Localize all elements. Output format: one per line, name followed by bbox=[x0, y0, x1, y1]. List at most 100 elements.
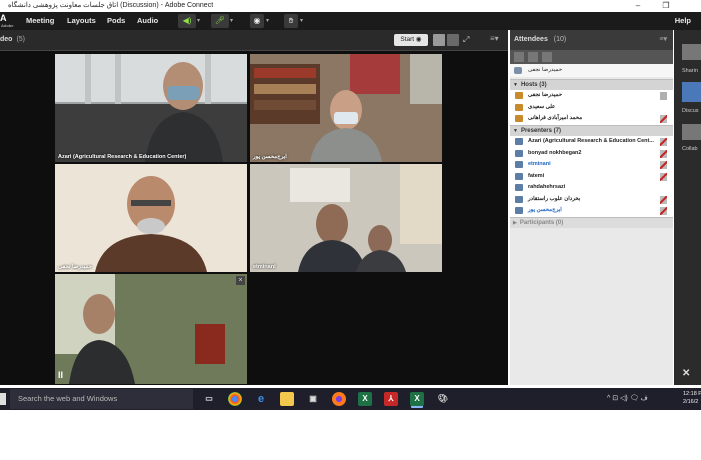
list-item[interactable]: bonyad nokhbegan2 bbox=[510, 147, 673, 159]
layout-label: Collab bbox=[682, 146, 698, 152]
raise-hand-icon[interactable]: ✋︎ bbox=[284, 14, 298, 28]
grid-view-icon[interactable] bbox=[528, 52, 538, 62]
video-tile[interactable]: ایرج‌محسن پور bbox=[250, 54, 442, 162]
system-tray[interactable]: ^ ⊡ ◁) 🗨 ف bbox=[607, 388, 648, 410]
attendees-pod: Attendees (10) ≡▾ حمیدرضا نجفی ▼ Hosts (3… bbox=[510, 30, 673, 385]
layout-thumbnail[interactable] bbox=[682, 44, 701, 60]
participant-video bbox=[55, 274, 247, 384]
attendees-toolbar bbox=[510, 50, 673, 64]
presenter-icon bbox=[515, 184, 523, 191]
video-tile[interactable]: Azari (Agricultural Research & Education… bbox=[55, 54, 247, 162]
menu-audio[interactable]: Audio bbox=[137, 12, 158, 30]
microphone-muted-icon bbox=[660, 149, 667, 158]
fullscreen-icon[interactable]: ⤢ bbox=[463, 34, 475, 46]
video-tile-label: etminani bbox=[253, 264, 276, 270]
taskbar-search-input[interactable]: Search the web and Windows bbox=[10, 389, 193, 409]
presenter-icon bbox=[515, 138, 523, 145]
windows-taskbar: Search the web and Windows ▭ e ▣ X ⅄ X 🎨… bbox=[0, 388, 701, 410]
edge-icon[interactable]: e bbox=[254, 392, 268, 406]
menu-pods[interactable]: Pods bbox=[107, 12, 125, 30]
layout-label: Discus bbox=[682, 108, 699, 114]
close-icon[interactable]: ✕ bbox=[682, 368, 690, 379]
start-webcam-button[interactable]: Start ◉ bbox=[394, 34, 428, 46]
list-item[interactable]: Azari (Agricultural Research & Education… bbox=[510, 136, 673, 148]
excel-icon[interactable]: X bbox=[358, 392, 372, 406]
maximize-button[interactable]: ❐ bbox=[654, 0, 678, 12]
list-view-icon[interactable] bbox=[514, 52, 524, 62]
presenter-icon bbox=[515, 195, 523, 203]
close-icon[interactable]: × bbox=[236, 276, 245, 285]
video-tile[interactable]: حمیدرضا نجفی bbox=[55, 164, 247, 272]
host-icon bbox=[515, 115, 523, 122]
microphone-icon[interactable]: 🎤︎ bbox=[211, 14, 229, 28]
hosts-section-header[interactable]: ▼ Hosts (3) bbox=[510, 79, 673, 90]
menu-meeting[interactable]: Meeting bbox=[26, 12, 54, 30]
presenters-section-header[interactable]: ▼ Presenters (7) bbox=[510, 125, 673, 136]
menu-layouts[interactable]: Layouts bbox=[67, 12, 96, 30]
presenter-icon bbox=[515, 161, 523, 168]
store-icon[interactable]: ▣ bbox=[306, 392, 320, 406]
excel-active-icon[interactable]: X bbox=[410, 392, 424, 406]
list-item[interactable]: حمیدرضا نجفی bbox=[510, 90, 673, 102]
microphone-muted-icon bbox=[660, 207, 667, 215]
pause-icon[interactable]: II bbox=[58, 370, 63, 380]
list-item[interactable]: etminani bbox=[510, 159, 673, 171]
presenter-icon bbox=[515, 172, 523, 180]
presenter-icon bbox=[515, 207, 523, 214]
participant-video bbox=[55, 54, 247, 162]
list-item[interactable]: محمد امیرآبادی فراهانی bbox=[510, 113, 673, 125]
video-tile[interactable]: × bbox=[55, 274, 247, 384]
participants-section-header[interactable]: ▶ Participants (0) bbox=[510, 217, 673, 228]
firefox-icon[interactable] bbox=[332, 392, 346, 406]
video-pod-title: deo (5) bbox=[0, 36, 26, 43]
microphone-muted-icon bbox=[660, 195, 667, 204]
windows-start-icon[interactable] bbox=[0, 393, 6, 405]
user-icon bbox=[514, 67, 522, 74]
chevron-down-icon[interactable]: ▾ bbox=[266, 14, 274, 28]
video-tile-label: حمیدرضا نجفی bbox=[58, 264, 93, 270]
host-icon bbox=[515, 103, 523, 111]
list-item[interactable]: fatemi bbox=[510, 170, 673, 182]
chrome-icon[interactable] bbox=[228, 392, 242, 406]
chevron-down-icon[interactable]: ▾ bbox=[230, 14, 238, 28]
window-title: اتاق جلسات معاونت پژوهشی دانشگاه (Discus… bbox=[8, 2, 214, 9]
list-item[interactable]: علی سعیدی bbox=[510, 101, 673, 113]
chevron-down-icon[interactable]: ▾ bbox=[197, 14, 205, 28]
acrobat-icon[interactable]: ⅄ bbox=[384, 392, 398, 406]
video-tile-label: Azari (Agricultural Research & Education… bbox=[58, 154, 187, 160]
taskbar-clock[interactable]: 12:18 P 2/16/2 bbox=[683, 390, 701, 406]
filmstrip-view-icon[interactable] bbox=[447, 34, 459, 46]
list-item[interactable]: ایرج‌محسن پور bbox=[510, 205, 673, 217]
participant-video bbox=[250, 54, 442, 162]
layout-label: Sharin bbox=[682, 68, 698, 74]
participant-video bbox=[250, 164, 442, 272]
pod-menu-icon[interactable]: ≡▾ bbox=[659, 30, 667, 50]
status-icon[interactable] bbox=[542, 52, 552, 62]
paint-icon[interactable]: 🎨︎ bbox=[436, 392, 450, 406]
microphone-muted-icon bbox=[660, 161, 667, 169]
webcam-icon[interactable]: ◉ bbox=[250, 14, 264, 28]
video-pod: deo (5) Start ◉ ⤢ ≡▾ Azari (Agricultural … bbox=[0, 30, 508, 385]
microphone-muted-icon bbox=[660, 138, 667, 146]
task-view-icon[interactable]: ▭ bbox=[202, 392, 216, 406]
adobe-connect-logo: A Adobe bbox=[0, 13, 14, 28]
grid-view-icon[interactable] bbox=[433, 34, 445, 46]
video-pod-header: deo (5) Start ◉ ⤢ ≡▾ bbox=[0, 30, 508, 51]
minimize-button[interactable]: – bbox=[626, 0, 650, 12]
window-titlebar: اتاق جلسات معاونت پژوهشی دانشگاه (Discus… bbox=[0, 0, 701, 12]
layout-thumbnail[interactable] bbox=[682, 82, 701, 102]
video-tile-label: ایرج‌محسن پور bbox=[253, 154, 287, 160]
list-item[interactable]: بخردان علوب راستقادر bbox=[510, 193, 673, 205]
file-explorer-icon[interactable] bbox=[280, 392, 294, 406]
list-item[interactable]: rahdahehrsazi bbox=[510, 182, 673, 194]
microphone-muted-icon bbox=[660, 115, 667, 123]
host-icon bbox=[515, 92, 523, 99]
pod-menu-icon[interactable]: ≡▾ bbox=[490, 34, 499, 43]
speaker-icon[interactable]: ◀) bbox=[178, 14, 196, 28]
chevron-down-icon[interactable]: ▾ bbox=[300, 14, 308, 28]
microphone-muted-icon bbox=[660, 172, 667, 181]
layout-thumbnail[interactable] bbox=[682, 124, 701, 140]
microphone-icon bbox=[660, 92, 667, 100]
video-tile[interactable]: etminani bbox=[250, 164, 442, 272]
menu-help[interactable]: Help bbox=[675, 12, 691, 30]
